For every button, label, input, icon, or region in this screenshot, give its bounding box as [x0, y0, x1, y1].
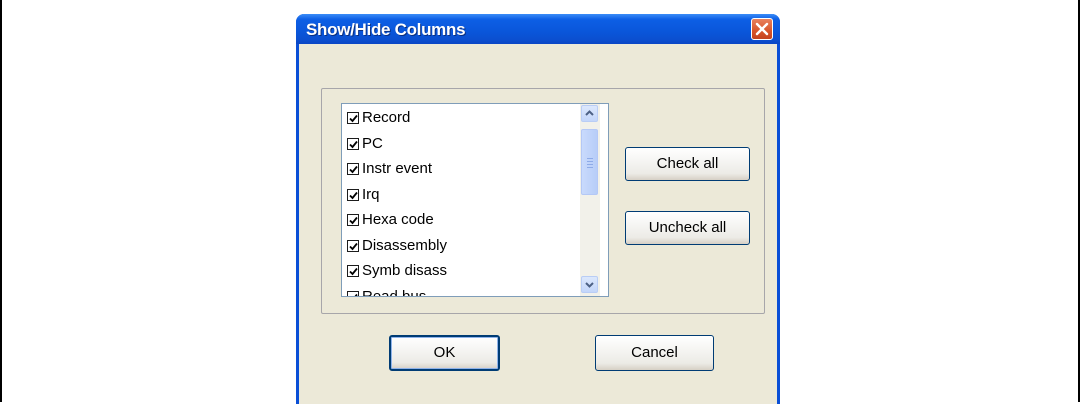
checkbox[interactable] — [347, 239, 359, 252]
checkbox[interactable] — [347, 163, 359, 175]
check-mark-icon — [349, 242, 358, 250]
list-item[interactable]: PC — [345, 134, 575, 160]
list-item-label: Record — [362, 109, 411, 126]
checkbox[interactable] — [347, 265, 359, 277]
list-item-label: Symb disass — [362, 262, 448, 279]
chevron-up-icon — [585, 110, 594, 116]
uncheck-all-button[interactable]: Uncheck all — [625, 211, 750, 245]
list-item-label: Disassembly — [362, 236, 448, 254]
close-icon — [755, 22, 769, 36]
checkbox[interactable] — [347, 290, 359, 296]
list-item-label: Read bus — [362, 287, 427, 297]
list-item[interactable]: Hexa code — [345, 210, 575, 236]
checkbox[interactable] — [347, 214, 359, 226]
check-all-button[interactable]: Check all — [625, 147, 750, 181]
checkbox[interactable] — [347, 112, 359, 124]
checkbox[interactable] — [347, 137, 359, 150]
scroll-down-button[interactable] — [581, 276, 598, 293]
columns-list: Record PC Instr event Irq Hexa code Disassemb… — [345, 108, 575, 297]
list-item-label: PC — [362, 134, 383, 152]
scroll-up-button[interactable] — [581, 105, 598, 122]
title-bar[interactable]: Show/Hide Columns — [296, 14, 780, 44]
check-mark-icon — [349, 165, 358, 174]
ok-label: OK — [433, 344, 456, 361]
columns-listbox[interactable]: Record PC Instr event Irq Hexa code Disassemb… — [341, 103, 609, 297]
scroll-thumb[interactable] — [581, 129, 598, 195]
list-scrollbar[interactable] — [580, 104, 600, 296]
check-mark-icon — [349, 114, 358, 123]
list-item-label: Hexa code — [362, 211, 434, 228]
close-button[interactable] — [751, 18, 773, 40]
list-item[interactable]: Record — [345, 108, 575, 134]
list-item[interactable]: Disassembly — [345, 236, 575, 262]
list-item[interactable]: Instr event — [345, 159, 575, 185]
check-mark-icon — [349, 267, 358, 276]
check-mark-icon — [349, 216, 358, 225]
check-mark-icon — [349, 140, 358, 148]
chevron-down-icon — [585, 282, 594, 288]
list-item-label: Irq — [362, 185, 380, 203]
check-mark-icon — [354, 293, 358, 296]
check-mark-icon — [349, 191, 358, 199]
checkbox[interactable] — [347, 188, 359, 201]
list-item[interactable]: Read bus — [345, 287, 575, 297]
dialog-title: Show/Hide Columns — [306, 20, 466, 39]
list-item-label: Instr event — [362, 160, 433, 177]
uncheck-all-label: Uncheck all — [648, 219, 727, 236]
check-all-label: Check all — [656, 155, 719, 172]
list-item[interactable]: Irq — [345, 185, 575, 211]
ok-button[interactable]: OK — [389, 335, 500, 371]
list-item[interactable]: Symb disass — [345, 261, 575, 287]
cancel-button[interactable]: Cancel — [595, 335, 714, 371]
cancel-label: Cancel — [631, 344, 678, 361]
